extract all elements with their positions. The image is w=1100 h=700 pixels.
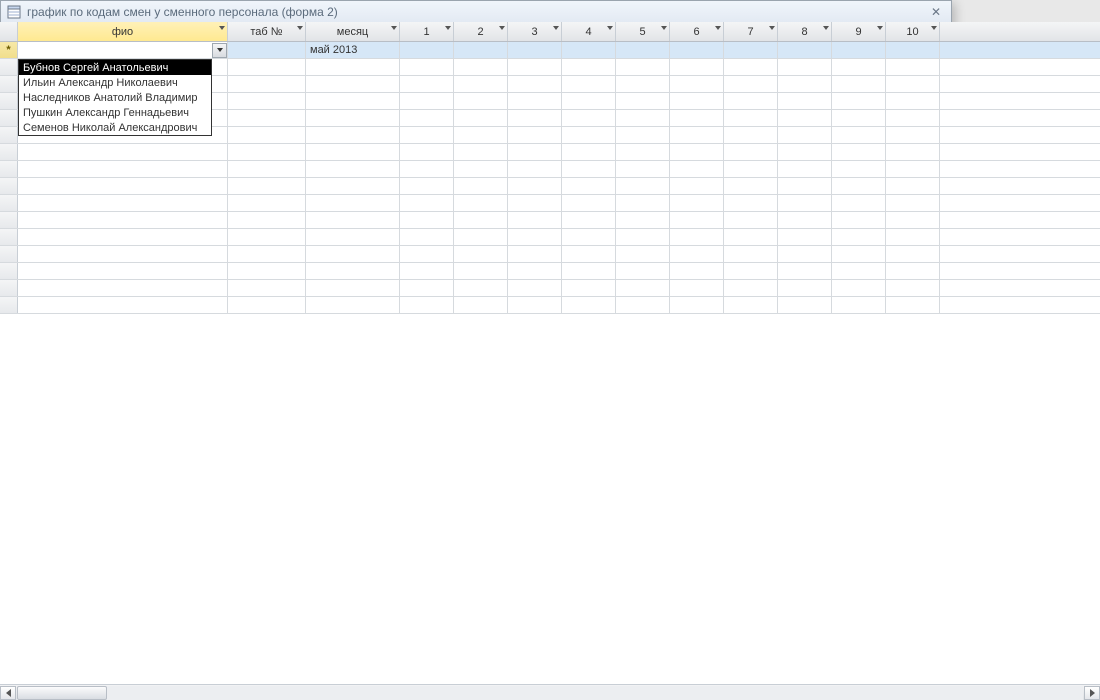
- cell-day[interactable]: [508, 42, 562, 58]
- col-fio[interactable]: фио: [18, 22, 228, 41]
- cell-day[interactable]: [724, 42, 778, 58]
- horizontal-scrollbar[interactable]: [0, 684, 1100, 700]
- col-month[interactable]: месяц: [306, 22, 400, 41]
- chevron-down-icon: [219, 26, 225, 30]
- cell-tab-number[interactable]: [228, 42, 306, 58]
- new-record-marker[interactable]: *: [0, 42, 18, 58]
- col-day-10[interactable]: 10: [886, 22, 940, 41]
- chevron-down-icon: [823, 26, 829, 30]
- col-tab-number[interactable]: таб №: [228, 22, 306, 41]
- chevron-down-icon: [607, 26, 613, 30]
- form-icon: [7, 5, 21, 19]
- col-day-8[interactable]: 8: [778, 22, 832, 41]
- fio-combo[interactable]: [18, 42, 228, 58]
- col-day-4[interactable]: 4: [562, 22, 616, 41]
- scroll-right-button[interactable]: [1084, 686, 1100, 700]
- fio-option[interactable]: Наследников Анатолий Владимир: [19, 90, 211, 105]
- chevron-down-icon: [661, 26, 667, 30]
- row-selector-header[interactable]: [0, 22, 18, 41]
- fio-input[interactable]: [18, 43, 212, 58]
- chevron-down-icon: [769, 26, 775, 30]
- fio-dropdown-list[interactable]: Бубнов Сергей АнатольевичИльин Александр…: [18, 59, 212, 136]
- scroll-track[interactable]: [17, 686, 1083, 700]
- chevron-down-icon: [715, 26, 721, 30]
- chevron-down-icon: [877, 26, 883, 30]
- chevron-down-icon: [445, 26, 451, 30]
- cell-day[interactable]: [886, 42, 940, 58]
- col-day-2[interactable]: 2: [454, 22, 508, 41]
- cell-day[interactable]: [454, 42, 508, 58]
- chevron-down-icon: [391, 26, 397, 30]
- cell-day[interactable]: [400, 42, 454, 58]
- fio-option[interactable]: Пушкин Александр Геннадьевич: [19, 105, 211, 120]
- col-day-3[interactable]: 3: [508, 22, 562, 41]
- fio-dropdown-button[interactable]: [212, 43, 227, 58]
- chevron-down-icon: [217, 48, 223, 52]
- fio-option[interactable]: Ильин Александр Николаевич: [19, 75, 211, 90]
- schedule-window: график по кодам смен у сменного персонал…: [0, 0, 952, 330]
- cell-day[interactable]: [832, 42, 886, 58]
- cell-day[interactable]: [778, 42, 832, 58]
- new-record-row[interactable]: * май 2013: [0, 42, 1100, 59]
- col-day-9[interactable]: 9: [832, 22, 886, 41]
- col-day-1[interactable]: 1: [400, 22, 454, 41]
- schedule-close-icon[interactable]: ✕: [927, 5, 945, 19]
- schedule-title: график по кодам смен у сменного персонал…: [27, 5, 338, 19]
- col-day-7[interactable]: 7: [724, 22, 778, 41]
- fio-option[interactable]: Бубнов Сергей Анатольевич: [19, 60, 211, 75]
- empty-rows: [0, 59, 1100, 684]
- chevron-down-icon: [931, 26, 937, 30]
- chevron-down-icon: [499, 26, 505, 30]
- cell-month[interactable]: май 2013: [306, 42, 400, 58]
- col-day-5[interactable]: 5: [616, 22, 670, 41]
- scroll-thumb[interactable]: [17, 686, 107, 700]
- scroll-left-button[interactable]: [0, 686, 16, 700]
- cell-day[interactable]: [562, 42, 616, 58]
- chevron-down-icon: [553, 26, 559, 30]
- fio-option[interactable]: Семенов Николай Александрович: [19, 120, 211, 135]
- cell-day[interactable]: [670, 42, 724, 58]
- cell-day[interactable]: [616, 42, 670, 58]
- schedule-titlebar[interactable]: график по кодам смен у сменного персонал…: [1, 1, 951, 23]
- schedule-column-headers: фио таб № месяц 12345678910: [0, 22, 1100, 42]
- schedule-grid: фио таб № месяц 12345678910 * май 2013 Б…: [0, 22, 1100, 684]
- col-day-6[interactable]: 6: [670, 22, 724, 41]
- chevron-down-icon: [297, 26, 303, 30]
